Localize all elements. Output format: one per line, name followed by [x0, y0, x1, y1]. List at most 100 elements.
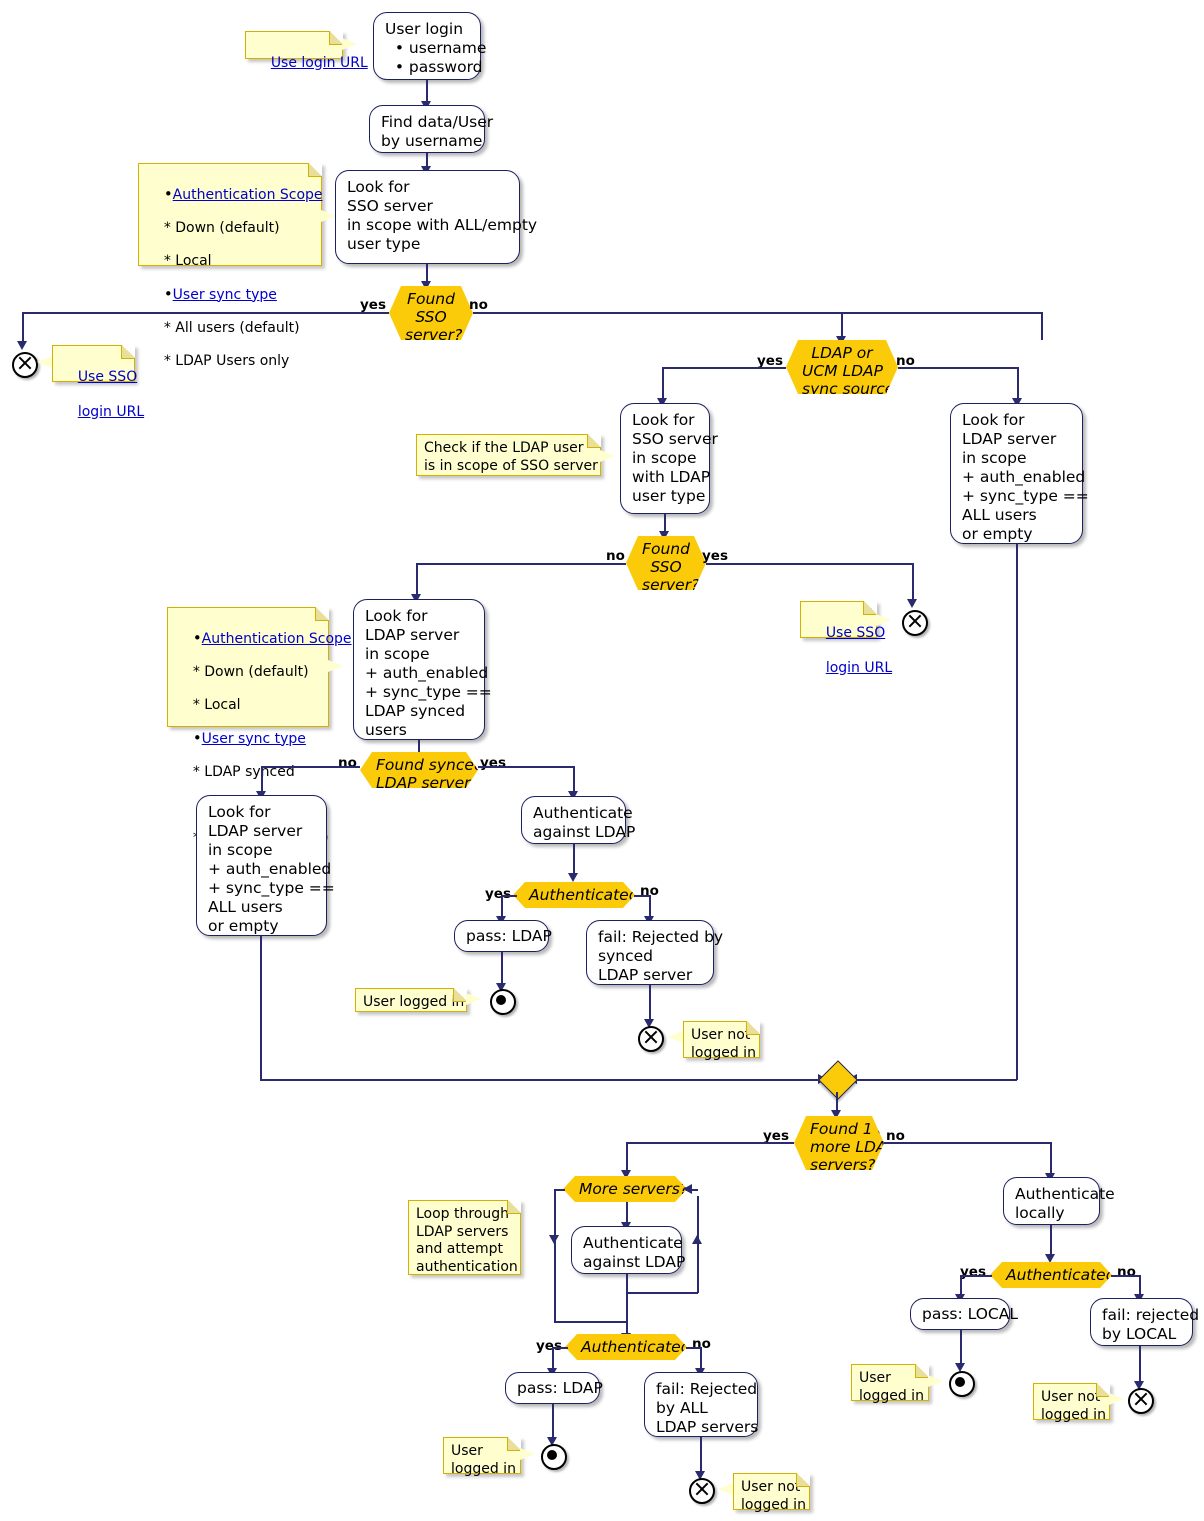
activity-look-ldap-all-left: Look for LDAP server in scope + auth_ena…: [196, 795, 335, 936]
connector-failall-to-kill: [700, 1437, 702, 1475]
activity-user-login: User login • username • password: [373, 12, 486, 80]
activity-pass-local: pass: LOCAL: [910, 1298, 1018, 1330]
note-user-not-logged-in-1: User not logged in: [683, 1021, 760, 1061]
activity-pass-ldap-2: pass: LDAP: [505, 1372, 603, 1404]
note-pointer-user-not-logged-in-3: [1109, 1393, 1124, 1405]
end-kill-synced-ldap: [638, 1026, 664, 1052]
end-kill-sso-1: [12, 352, 38, 378]
connector-dec1-no-h2: [841, 312, 1043, 314]
connector-dec2-yes-v: [662, 367, 664, 401]
connector-dec4-yes-v: [573, 766, 575, 794]
note-pointer-use-sso-2: [876, 614, 891, 626]
activity-fail-all-ldap: fail: Rejected by ALL LDAP servers: [644, 1372, 758, 1437]
note-loop-through: Loop through LDAP servers and attempt au…: [408, 1200, 521, 1275]
activity-look-ldap-all-right: Look for LDAP server in scope + auth_ena…: [950, 403, 1089, 544]
decision-authenticated-3: Authenticated?: [990, 1262, 1112, 1288]
note-pointer-check-ldap-user: [600, 450, 615, 462]
connector-ldapleft-to-merge: [260, 1079, 822, 1081]
connector-dec1-no-v: [1041, 312, 1043, 340]
note-auth-scope-1-line1: Authentication Scope: [172, 186, 323, 203]
arrow-moreservers-left-mid: [549, 1235, 559, 1244]
label-dec1-yes: yes: [360, 297, 386, 313]
note-pointer-use-sso-1: [37, 356, 52, 368]
connector-dec6-no-h: [884, 1142, 1052, 1144]
connector-dec2-no-v: [1017, 367, 1019, 401]
label-dec9-yes: yes: [960, 1264, 986, 1280]
connector-dec9-no-h: [1111, 1275, 1141, 1277]
note-auth-scope-1-line5: * All users (default): [163, 319, 300, 336]
note-auth-scope-1: •Authentication Scope * Down (default) *…: [138, 163, 323, 369]
activity-fail-synced-ldap: fail: Rejected by synced LDAP server: [586, 920, 723, 985]
note-user-not-logged-in-3: User not logged in: [1033, 1383, 1110, 1423]
activity-auth-against-ldap-2: Authenticate against LDAP: [571, 1226, 685, 1274]
activity-auth-against-ldap-1: Authenticate against LDAP: [521, 796, 635, 844]
decision-found-sso-1: Found SSO server?: [389, 286, 473, 340]
connector-auth2-down: [626, 1274, 628, 1336]
connector-dec3-yes-h: [706, 563, 914, 565]
connector-dec6-yes-h: [626, 1142, 794, 1144]
note-auth-scope-2-line4: User sync type: [201, 730, 306, 747]
connector-dec4-no-h: [261, 766, 360, 768]
connector-ldapleft-down: [260, 936, 262, 1080]
activity-find-user: Find data/User by username: [369, 105, 493, 153]
connector-dec3-no-v: [416, 563, 418, 597]
note-user-logged-in-1: User logged in: [355, 988, 467, 1012]
connector-loopback-v: [697, 1196, 699, 1293]
note-use-login-url-text: Use login URL: [270, 54, 368, 71]
note-auth-scope-1-line3: * Local: [163, 252, 212, 269]
connector-moreservers-left-h: [554, 1189, 565, 1191]
note-pointer-user-logged-in-2: [520, 1448, 535, 1460]
note-use-sso-1-line1: Use SSO: [77, 368, 138, 385]
note-pointer-user-logged-in-1: [466, 993, 481, 1005]
note-use-login-url: Use login URL: [245, 31, 368, 71]
arrow-loopback-into-more: [683, 1184, 692, 1194]
label-dec4-yes: yes: [480, 755, 506, 771]
connector-ldapright-to-merge: [853, 1079, 1017, 1081]
note-check-ldap-user: Check if the LDAP user is in scope of SS…: [416, 434, 601, 476]
connector-dec2-yes-h: [662, 367, 786, 369]
note-pointer-user-logged-in-3: [928, 1375, 943, 1387]
arrow-dec3-yes: [907, 599, 917, 608]
connector-failsynced-to-kill: [649, 985, 651, 1023]
arrow-dec1-yes: [17, 341, 27, 350]
note-auth-scope-2: •Authentication Scope * Down (default) *…: [167, 607, 352, 846]
note-user-logged-in-3: User logged in: [851, 1364, 929, 1404]
connector-dec1-no-v2: [841, 312, 843, 340]
note-use-sso-login-url-2: Use SSO login URL: [800, 601, 892, 676]
activity-diagram-canvas: Use login URL User login • username • pa…: [0, 0, 1204, 1521]
note-auth-scope-2-line2: * Down (default): [192, 663, 309, 680]
note-use-sso-2-line2: login URL: [825, 659, 893, 676]
connector-ldapright-down: [1016, 544, 1018, 1080]
note-pointer-auth-scope-1: [321, 210, 336, 222]
note-use-sso-login-url-1: Use SSO login URL: [52, 345, 144, 420]
end-final-ldap-2: [541, 1444, 567, 1470]
activity-auth-locally: Authenticate locally: [1003, 1177, 1115, 1225]
arrow-loopback-up: [692, 1235, 702, 1244]
arrow-authlocal-to-dec9: [1045, 1254, 1055, 1263]
note-pointer-login-url: [342, 38, 357, 50]
label-dec5-yes: yes: [485, 886, 511, 902]
connector-faillocal-to-kill: [1139, 1346, 1141, 1384]
decision-authenticated-2: Authenticated?: [565, 1334, 687, 1360]
activity-look-sso-all: Look for SSO server in scope with ALL/em…: [335, 170, 537, 264]
label-dec4-no: no: [338, 755, 357, 771]
label-dec9-no: no: [1117, 1264, 1136, 1280]
label-dec3-yes: yes: [702, 548, 728, 564]
decision-ldap-or-ucm: LDAP or UCM LDAP sync source?: [786, 340, 898, 394]
connector-authlocal-to-dec9: [1050, 1225, 1052, 1257]
connector-dec4-yes-h: [478, 766, 574, 768]
label-dec8-yes: yes: [536, 1338, 562, 1354]
label-dec1-no: no: [469, 297, 488, 313]
connector-loopback-h: [626, 1292, 698, 1294]
note-auth-scope-2-line3: * Local: [192, 696, 241, 713]
end-kill-sso-2: [902, 610, 928, 636]
end-kill-all-ldap: [689, 1478, 715, 1504]
activity-pass-ldap-1: pass: LDAP: [454, 920, 552, 952]
end-kill-local: [1128, 1388, 1154, 1414]
decision-found-sso-2: Found SSO server?: [626, 536, 706, 590]
decision-authenticated-1: Authenticated?: [513, 882, 635, 908]
note-user-not-logged-in-2: User not logged in: [733, 1473, 810, 1513]
activity-fail-local: fail: rejected by LOCAL: [1090, 1298, 1199, 1346]
connector-dec3-no-h: [416, 563, 626, 565]
connector-dec6-no-v: [1050, 1142, 1052, 1176]
